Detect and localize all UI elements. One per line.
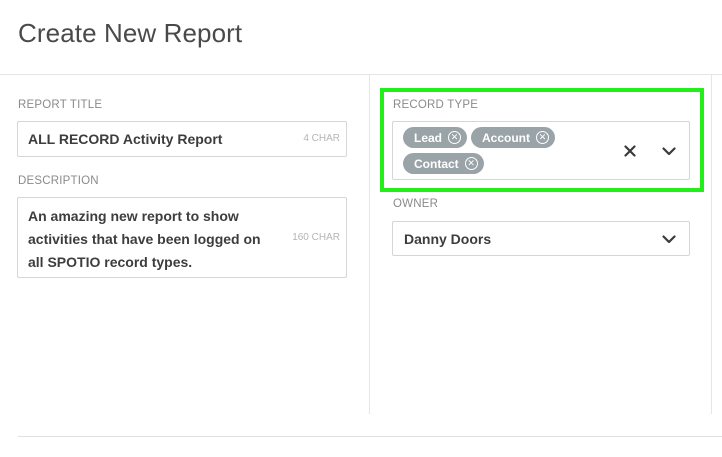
- report-title-value: ALL RECORD Activity Report: [28, 131, 223, 147]
- description-char-count: 160 CHAR: [292, 232, 340, 243]
- chip-lead: Lead ✕: [403, 127, 468, 148]
- chip-label: Contact: [414, 156, 459, 171]
- footer-divider: [18, 436, 722, 437]
- chip-remove-icon[interactable]: ✕: [536, 131, 549, 144]
- header-divider: [0, 74, 722, 75]
- owner-label: OWNER: [393, 198, 439, 210]
- report-title-label: REPORT TITLE: [18, 99, 103, 111]
- chip-label: Account: [482, 130, 530, 145]
- description-label: DESCRIPTION: [18, 175, 99, 187]
- owner-select[interactable]: Danny Doors: [392, 221, 690, 256]
- report-title-char-count: 4 CHAR: [303, 133, 340, 144]
- owner-value: Danny Doors: [404, 231, 492, 247]
- chip-remove-icon[interactable]: ✕: [448, 131, 462, 144]
- record-type-multiselect[interactable]: Lead ✕ Account ✕ Contact ✕: [392, 121, 690, 180]
- chip-contact: Contact ✕: [403, 153, 484, 174]
- record-type-label: RECORD TYPE: [393, 99, 479, 111]
- page-title: Create New Report: [18, 18, 243, 48]
- description-value: An amazing new report to show activities…: [28, 208, 261, 270]
- chip-remove-icon[interactable]: ✕: [464, 157, 478, 170]
- panel-edge-divider: [711, 75, 712, 414]
- chevron-down-icon[interactable]: [660, 142, 678, 160]
- report-title-input[interactable]: ALL RECORD Activity Report 4 CHAR: [17, 121, 347, 157]
- clear-all-icon[interactable]: [621, 142, 639, 160]
- column-divider: [369, 75, 370, 414]
- description-textarea[interactable]: An amazing new report to show activities…: [17, 197, 347, 278]
- chip-account: Account ✕: [471, 127, 555, 148]
- chevron-down-icon[interactable]: [660, 230, 678, 248]
- chip-label: Lead: [414, 130, 443, 145]
